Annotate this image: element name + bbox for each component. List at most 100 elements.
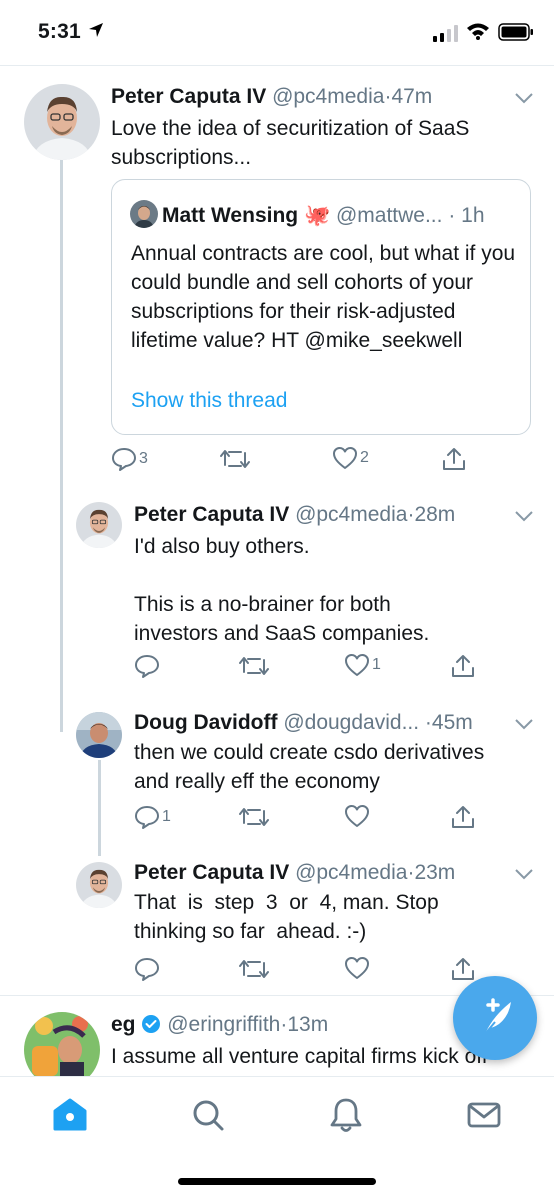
author-line[interactable]: Peter Caputa IV @pc4media·28m: [134, 502, 455, 528]
author-handle[interactable]: @dougdavid...: [283, 711, 419, 734]
chevron-down-icon[interactable]: [514, 510, 534, 522]
reply-count: 3: [139, 450, 148, 467]
tweet-actions: 1: [134, 653, 474, 683]
like-button[interactable]: 1: [344, 653, 381, 677]
author-name[interactable]: eg: [111, 1013, 136, 1036]
avatar-photo: [24, 84, 100, 160]
battery-icon: [498, 23, 533, 41]
tweet-text-line: thinking so far ahead. :-): [134, 920, 367, 943]
like-button[interactable]: 2: [332, 446, 369, 470]
author-handle[interactable]: @pc4media: [295, 861, 407, 884]
reply-button[interactable]: 1: [134, 804, 171, 830]
compose-tweet-icon: [484, 998, 511, 1035]
reply-button[interactable]: [134, 956, 162, 982]
author-name[interactable]: Peter Caputa IV: [134, 861, 289, 884]
chevron-down-icon[interactable]: [514, 92, 534, 104]
tweet-time[interactable]: 45m: [432, 711, 473, 734]
share-button[interactable]: [441, 446, 467, 472]
tweet[interactable]: Peter Caputa IV @pc4media·23m That is st…: [0, 850, 554, 990]
share-button[interactable]: [450, 653, 476, 679]
tweet-text-line: then we could create csdo derivatives: [134, 741, 485, 764]
retweet-button[interactable]: [238, 804, 272, 830]
reply-button[interactable]: 3: [111, 446, 148, 472]
like-button[interactable]: [344, 804, 372, 828]
tweet-time[interactable]: 47m: [391, 85, 432, 108]
avatar[interactable]: [24, 84, 100, 160]
avatar[interactable]: [24, 1012, 100, 1076]
author-line[interactable]: eg @eringriffith·13m: [111, 1012, 328, 1038]
retweet-icon: [239, 657, 269, 675]
retweet-button[interactable]: [238, 653, 272, 679]
tweet-text-line: That is step 3 or 4, man. Stop: [134, 891, 439, 914]
compose-tweet-button[interactable]: [453, 976, 537, 1060]
tweet-text: Love the idea of securitization of SaaS …: [111, 117, 470, 169]
retweet-icon: [220, 450, 250, 468]
author-name[interactable]: Peter Caputa IV: [111, 85, 266, 108]
chevron-down-icon[interactable]: [514, 868, 534, 880]
like-icon: [333, 447, 357, 469]
quoted-tweet-time[interactable]: 1h: [461, 204, 484, 227]
tab-messages[interactable]: [462, 1095, 506, 1135]
quoted-author-handle[interactable]: @mattwe...: [336, 204, 443, 227]
meta-separator: ·: [442, 204, 462, 227]
retweet-button[interactable]: [219, 446, 253, 472]
tweet-text-line: and really eff the economy: [134, 770, 380, 793]
search-icon: [193, 1100, 224, 1131]
tab-home[interactable]: [48, 1095, 92, 1135]
avatar[interactable]: [76, 712, 122, 758]
bell-icon: [330, 1098, 362, 1132]
tweet-text-line: investors and SaaS companies.: [134, 622, 430, 645]
tweet[interactable]: Doug Davidoff @dougdavid... ·45m then we…: [0, 700, 554, 850]
tweet[interactable]: Peter Caputa IV @pc4media·28m I'd also b…: [0, 492, 554, 692]
show-thread-link[interactable]: Show this thread: [131, 389, 287, 413]
reply-button[interactable]: [134, 653, 162, 679]
tweet-time[interactable]: 28m: [414, 503, 455, 526]
home-indicator[interactable]: [178, 1178, 376, 1185]
status-bar: 5:31: [0, 0, 554, 66]
retweet-button[interactable]: [238, 956, 272, 982]
tweet[interactable]: Peter Caputa IV @pc4media·47m Love the i…: [0, 70, 554, 490]
like-icon: [345, 957, 369, 979]
tweet-text-line: This is a no-brainer for both: [134, 593, 391, 616]
avatar[interactable]: [76, 502, 122, 548]
author-handle[interactable]: @pc4media: [272, 85, 384, 108]
tweet-text-line: I'd also buy others.: [134, 535, 310, 558]
mail-icon: [467, 1102, 501, 1128]
author-handle[interactable]: @eringriffith: [167, 1013, 280, 1036]
tweet-time[interactable]: 13m: [287, 1013, 328, 1036]
avatar-photo: [76, 712, 122, 758]
location-arrow-icon: [89, 23, 103, 37]
author-line[interactable]: Doug Davidoff @dougdavid... ·45m: [134, 710, 473, 736]
author-name[interactable]: Doug Davidoff: [134, 711, 277, 734]
share-icon: [452, 806, 474, 828]
quoted-avatar-photo: [130, 200, 158, 228]
home-icon: [53, 1098, 87, 1131]
tweet-actions: 3 2: [111, 446, 471, 476]
author-line[interactable]: Peter Caputa IV @pc4media·47m: [111, 84, 432, 110]
author-line[interactable]: Peter Caputa IV @pc4media·23m: [134, 860, 455, 886]
like-button[interactable]: [344, 956, 372, 980]
like-icon: [345, 805, 369, 827]
tweet-text: I'd also buy others. This is a no-braine…: [134, 532, 534, 648]
reply-icon: [135, 958, 159, 981]
quoted-tweet[interactable]: Matt Wensing 🐙 @mattwe... · 1h Annual co…: [111, 179, 531, 435]
status-time: 5:31: [38, 20, 81, 43]
like-count: 1: [372, 656, 381, 673]
cellular-signal-icon: [433, 24, 458, 42]
author-name[interactable]: Peter Caputa IV: [134, 503, 289, 526]
quoted-author-name[interactable]: Matt Wensing: [162, 204, 298, 227]
tab-notifications[interactable]: [324, 1095, 368, 1135]
share-button[interactable]: [450, 804, 476, 830]
quoted-author-line[interactable]: Matt Wensing 🐙 @mattwe... · 1h: [130, 200, 485, 229]
retweet-icon: [239, 960, 269, 978]
like-count: 2: [360, 449, 369, 466]
verified-badge-icon: [142, 1015, 161, 1033]
tweet-text-line: [134, 561, 534, 590]
chevron-down-icon[interactable]: [514, 718, 534, 730]
tab-search[interactable]: [186, 1095, 230, 1135]
tweet-time[interactable]: 23m: [414, 861, 455, 884]
avatar[interactable]: [76, 862, 122, 908]
tweet-actions: [134, 956, 474, 986]
quoted-avatar[interactable]: [130, 200, 158, 228]
author-handle[interactable]: @pc4media: [295, 503, 407, 526]
